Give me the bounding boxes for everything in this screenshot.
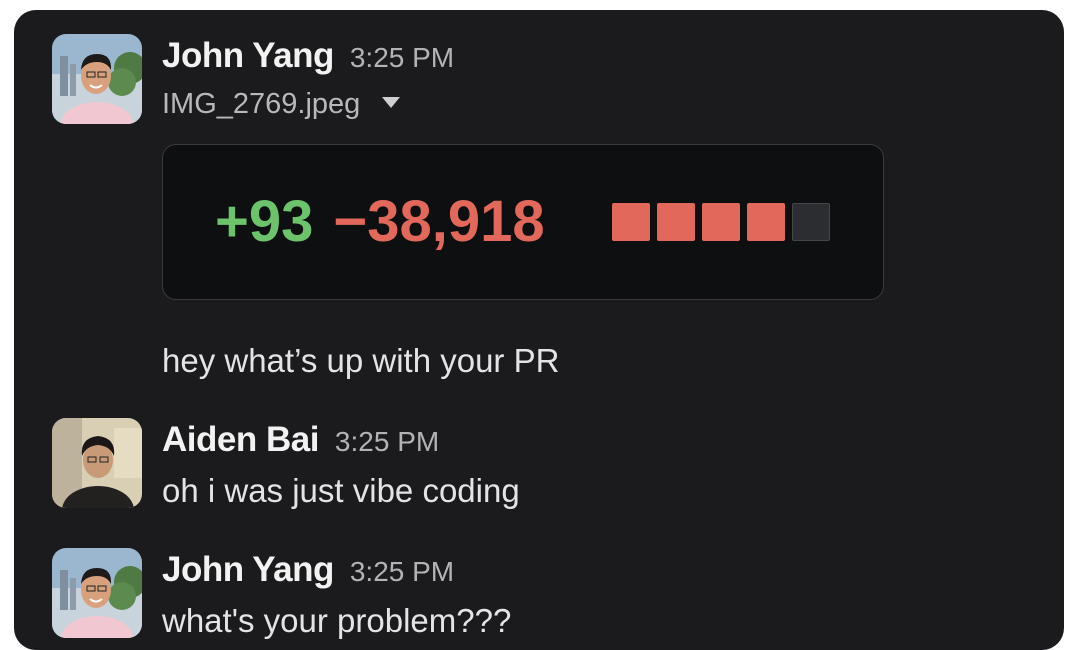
additions-count: +93 [215, 189, 314, 254]
message-header: John Yang 3:25 PM [162, 550, 454, 590]
avatar-aiden-image [52, 418, 142, 508]
message-header: Aiden Bai 3:25 PM [162, 420, 439, 460]
message-text: oh i was just vibe coding [162, 472, 520, 509]
diff-block-deleted [612, 203, 650, 241]
attachment-filename[interactable]: IMG_2769.jpeg [162, 88, 360, 120]
message-timestamp[interactable]: 3:25 PM [335, 426, 439, 457]
chat-panel: John Yang 3:25 PM IMG_2769.jpeg +93 −38,91… [14, 10, 1064, 650]
author-name[interactable]: Aiden Bai [162, 420, 319, 459]
diff-stat: +93 −38,918 [215, 189, 545, 255]
avatar[interactable] [52, 418, 142, 508]
diff-block-deleted [747, 203, 785, 241]
diff-block-deleted [702, 203, 740, 241]
author-name[interactable]: John Yang [162, 550, 334, 589]
avatar-john-image [52, 548, 142, 638]
message-header: John Yang 3:25 PM [162, 36, 454, 76]
deletions-count: −38,918 [333, 189, 545, 254]
avatar[interactable] [52, 34, 142, 124]
diff-block-neutral [792, 203, 830, 241]
message-timestamp[interactable]: 3:25 PM [350, 42, 454, 73]
avatar[interactable] [52, 548, 142, 638]
image-preview[interactable]: +93 −38,918 [162, 144, 884, 300]
attachment-filename-row[interactable]: IMG_2769.jpeg [162, 88, 401, 121]
author-name[interactable]: John Yang [162, 36, 334, 75]
message-text: what's your problem??? [162, 602, 512, 639]
message-timestamp[interactable]: 3:25 PM [350, 556, 454, 587]
message-text: hey what’s up with your PR [162, 342, 560, 379]
caret-down-icon[interactable] [382, 97, 401, 108]
diff-block-deleted [657, 203, 695, 241]
avatar-john-image [52, 34, 142, 124]
